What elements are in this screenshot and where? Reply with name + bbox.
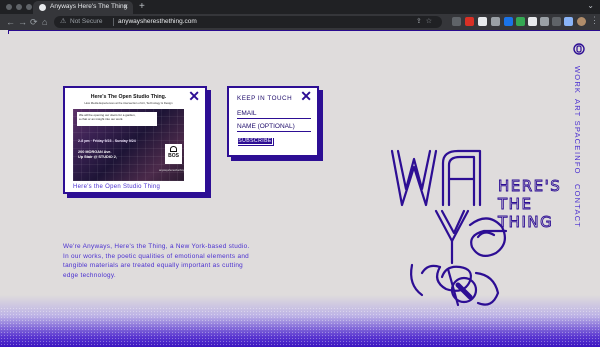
home-button[interactable]: ⌂ — [42, 16, 47, 28]
sidebar-icon[interactable] — [564, 17, 573, 26]
poster-date: 2-8 pm · Friday 9/23 - Sunday 9/24 — [78, 139, 136, 143]
open-studio-card[interactable]: Here's The Open Studio Thing. How Media … — [63, 86, 207, 194]
studio-icon[interactable] — [573, 43, 585, 55]
frame-border — [8, 30, 600, 34]
tab-search-icon[interactable]: ⌄ — [587, 1, 594, 10]
poster-caption-link[interactable]: Here's the Open Studio Thing — [73, 184, 160, 190]
studio-logo-art: HERE'S THE THING — [390, 149, 561, 307]
tab-close-icon[interactable]: × — [123, 2, 128, 11]
share-icon[interactable]: ⇪☆ — [416, 17, 436, 25]
nav-item-work[interactable]: WORK — [573, 66, 582, 94]
studio-intro: We're Anyways, Here's the Thing, a New Y… — [63, 243, 250, 279]
close-window-button[interactable] — [6, 4, 12, 10]
poster-note-line: a chat or an insight into our work. — [79, 116, 124, 121]
logo-line: THE — [497, 195, 532, 213]
tab-title: Anyways Here's The Thing — [50, 3, 128, 10]
extension-icon[interactable] — [452, 17, 461, 26]
dither-pattern — [0, 307, 600, 347]
poster-logo-mark — [170, 146, 177, 152]
window-controls[interactable] — [6, 4, 32, 10]
poster-logo: BOS — [165, 144, 182, 164]
extension-icon[interactable] — [540, 17, 549, 26]
logo-line: HERE'S — [498, 177, 561, 195]
subscribe-button[interactable]: SUBSCRIBE — [237, 137, 273, 145]
poster-note: We will be opening our doors for a garde… — [77, 112, 157, 126]
browser-toolbar: ← → ⟳ ⌂ ⚠ Not Secure anywaysheresthethin… — [0, 14, 600, 30]
nav-item-info[interactable]: INFO — [573, 152, 582, 175]
browser-tab-bar: Anyways Here's The Thing × + ⌄ — [0, 0, 600, 14]
poster-footer: anywaysheresthething.com — [159, 169, 184, 172]
close-icon[interactable]: ✕ — [300, 89, 312, 103]
forward-button[interactable]: → — [18, 16, 27, 28]
extension-icon[interactable] — [516, 17, 525, 26]
nav-item-art-space[interactable]: ART SPACE — [573, 99, 582, 151]
name-field[interactable] — [237, 122, 311, 132]
poster-address-line: Up Stair @ STUDIO 2, — [78, 155, 117, 159]
extension-icon[interactable] — [504, 17, 513, 26]
avatar[interactable] — [577, 17, 586, 26]
close-icon[interactable]: ✕ — [188, 89, 200, 103]
warning-icon[interactable]: ⚠ — [60, 17, 66, 25]
back-button[interactable]: ← — [6, 16, 15, 28]
logo-lettering — [390, 149, 508, 307]
divider — [113, 18, 114, 26]
page-content: Here's The Open Studio Thing. How Media … — [0, 30, 600, 347]
extension-icon[interactable] — [528, 17, 537, 26]
security-status[interactable]: Not Secure — [70, 18, 103, 25]
maximize-window-button[interactable] — [26, 4, 32, 10]
poster-logo-text: BOS — [168, 153, 179, 159]
poster-subtitle: How Media Experiences at the intersectio… — [84, 101, 173, 105]
reload-button[interactable]: ⟳ — [30, 16, 38, 28]
minimize-window-button[interactable] — [16, 4, 22, 10]
extension-icon[interactable] — [478, 17, 487, 26]
menu-icon[interactable]: ⋮ — [590, 15, 599, 26]
poster-header: Here's The Open Studio Thing. How Media … — [73, 92, 184, 109]
poster-title: Here's The Open Studio Thing. — [90, 94, 167, 100]
puzzle-icon[interactable] — [552, 17, 561, 26]
nav-item-contact[interactable]: CONTACT — [573, 184, 582, 228]
newsletter-card: KEEP IN TOUCH ✕ SUBSCRIBE — [227, 86, 319, 157]
address-bar[interactable]: ⚠ Not Secure anywaysheresthething.com ⇪☆ — [54, 16, 442, 28]
logo-line: THING — [497, 213, 553, 231]
open-studio-poster[interactable]: Here's The Open Studio Thing. How Media … — [73, 92, 184, 181]
newsletter-title: KEEP IN TOUCH — [237, 95, 293, 102]
url-text[interactable]: anywaysheresthething.com — [118, 18, 197, 25]
new-tab-button[interactable]: + — [139, 1, 145, 12]
extension-icon[interactable] — [465, 17, 474, 26]
email-field[interactable] — [237, 109, 311, 119]
logo-wordmark: HERE'S THE THING — [497, 177, 561, 232]
extension-icon[interactable] — [491, 17, 500, 26]
poster-address: 200 MORGAN Ave. Up Stair @ STUDIO 2, — [78, 150, 128, 160]
favicon-icon — [39, 4, 46, 11]
browser-tab[interactable]: Anyways Here's The Thing × — [33, 1, 133, 14]
